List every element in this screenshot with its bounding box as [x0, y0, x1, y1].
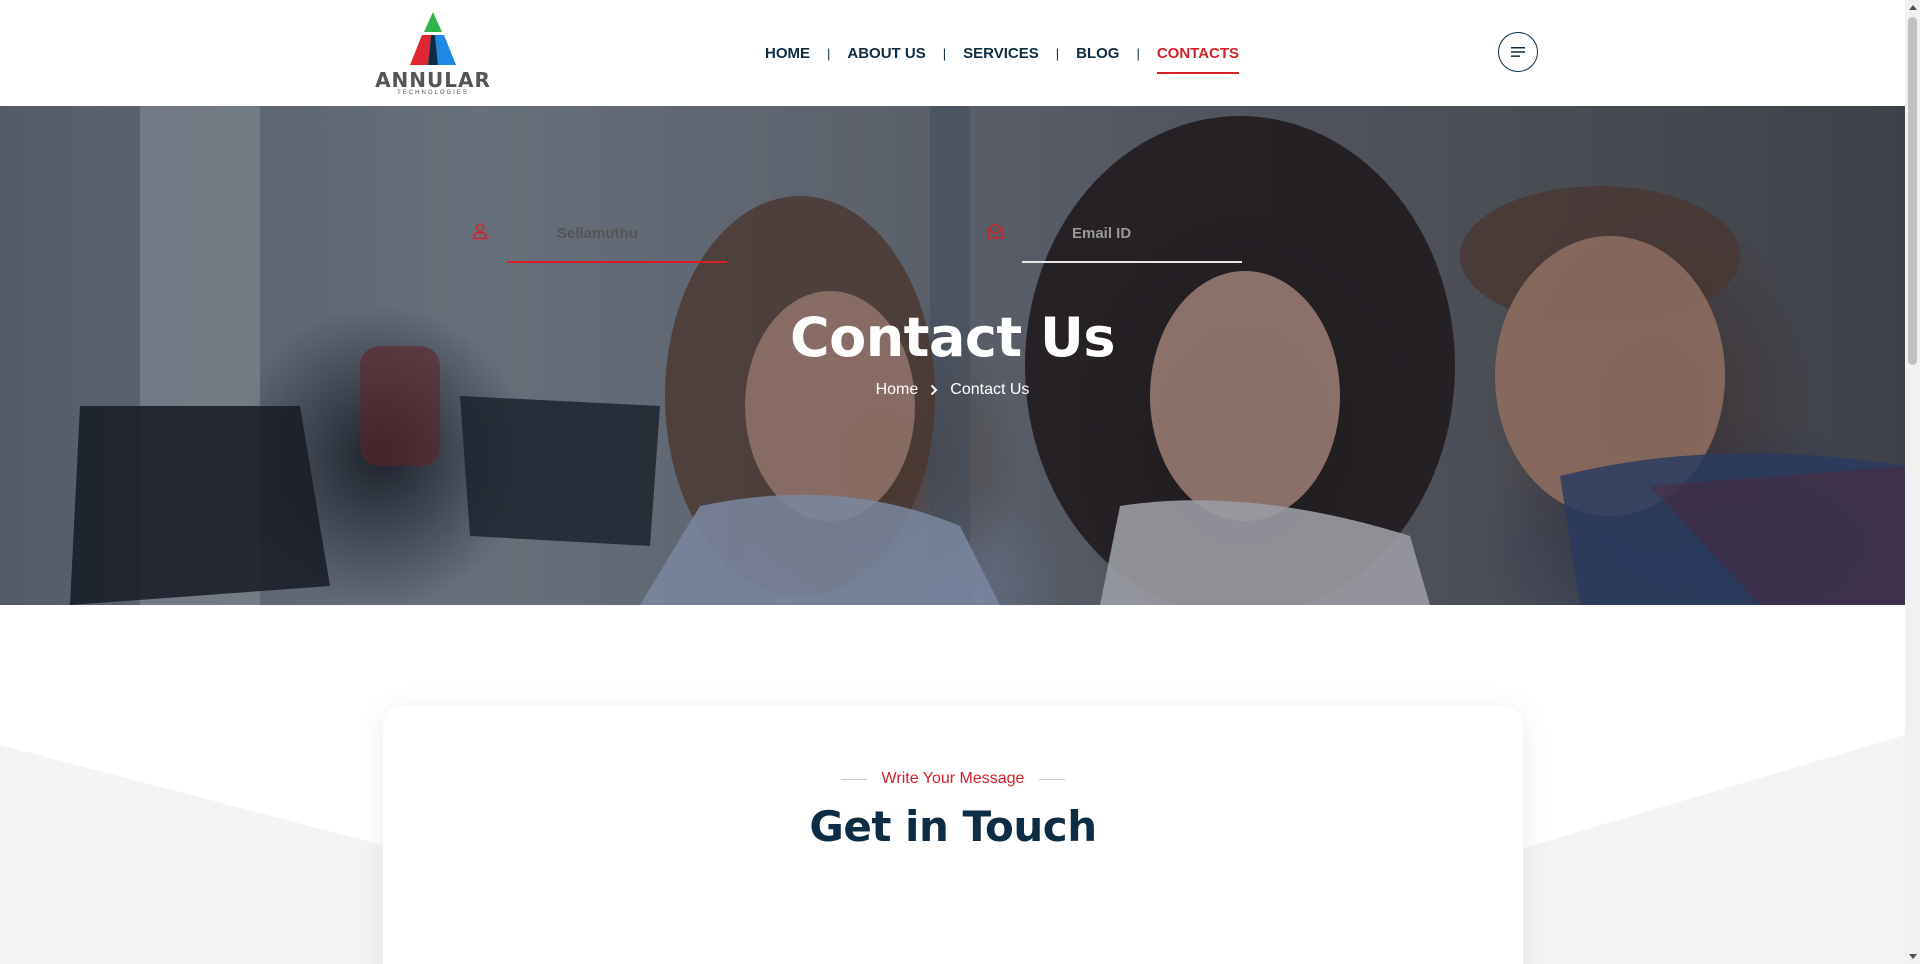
breadcrumb: Home Contact Us	[0, 381, 1905, 399]
chevron-right-icon	[930, 384, 938, 396]
nav-separator: |	[1136, 45, 1140, 61]
brand-tagline: TECHNOLOGIES	[397, 90, 469, 96]
user-icon	[472, 223, 488, 240]
breadcrumb-home-link[interactable]: Home	[876, 381, 919, 399]
eyebrow-divider	[840, 778, 867, 780]
contact-form-card: Write Your Message Get in Touch	[383, 706, 1523, 964]
nav-separator: |	[1055, 45, 1060, 61]
logo-mark-icon	[410, 12, 456, 65]
envelope-open-icon	[987, 223, 1003, 239]
nav-item-contacts[interactable]: CONTACTS	[1156, 39, 1240, 74]
main-nav: HOME | ABOUT US | SERVICES | BLOG | CONT…	[765, 0, 1240, 106]
nav-item-blog[interactable]: BLOG	[1076, 39, 1119, 68]
nav-item-home[interactable]: HOME	[765, 39, 810, 68]
scrollbar-thumb[interactable]	[1908, 17, 1917, 365]
breadcrumb-current: Contact Us	[950, 381, 1030, 398]
menu-toggle-button[interactable]	[1498, 32, 1538, 72]
brand-logo[interactable]: ANNULAR TECHNOLOGIES	[368, 10, 498, 96]
brand-name: ANNULAR	[375, 68, 491, 92]
hero-banner: Contact Us Home Contact Us	[0, 106, 1905, 605]
nav-separator: |	[942, 45, 947, 61]
nav-item-services[interactable]: SERVICES	[963, 39, 1039, 68]
section-eyebrow: Write Your Message	[383, 770, 1523, 788]
scroll-down-arrow-icon[interactable]	[1905, 949, 1920, 964]
email-input[interactable]	[1022, 205, 1242, 263]
section-title: Get in Touch	[809, 802, 1097, 851]
name-input[interactable]	[507, 205, 727, 263]
scroll-up-arrow-icon[interactable]	[1905, 0, 1920, 15]
nav-separator: |	[827, 45, 831, 61]
eyebrow-divider	[1039, 778, 1066, 780]
page-title: Contact Us	[789, 306, 1116, 369]
hamburger-menu-icon	[1511, 47, 1525, 57]
eyebrow-text: Write Your Message	[881, 770, 1025, 787]
site-header: ANNULAR TECHNOLOGIES HOME | ABOUT US | S…	[0, 0, 1905, 106]
nav-item-about-us[interactable]: ABOUT US	[847, 39, 925, 68]
page-scrollbar[interactable]	[1905, 0, 1920, 964]
